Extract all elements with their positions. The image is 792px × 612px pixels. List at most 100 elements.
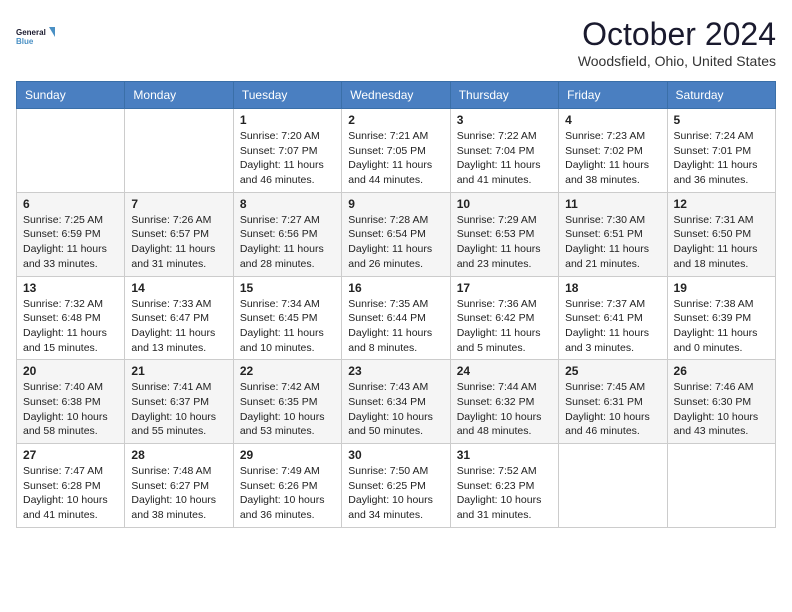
day-number: 23 — [348, 364, 443, 378]
weekday-header-thursday: Thursday — [450, 82, 558, 109]
calendar-cell: 8 Sunrise: 7:27 AM Sunset: 6:56 PM Daylig… — [233, 192, 341, 276]
calendar-cell — [559, 444, 667, 528]
day-info: Sunrise: 7:41 AM Sunset: 6:37 PM Dayligh… — [131, 380, 226, 439]
calendar-cell: 12 Sunrise: 7:31 AM Sunset: 6:50 PM Dayli… — [667, 192, 775, 276]
day-number: 26 — [674, 364, 769, 378]
day-number: 28 — [131, 448, 226, 462]
day-info: Sunrise: 7:21 AM Sunset: 7:05 PM Dayligh… — [348, 129, 443, 188]
day-number: 6 — [23, 197, 118, 211]
day-info: Sunrise: 7:45 AM Sunset: 6:31 PM Dayligh… — [565, 380, 660, 439]
day-info: Sunrise: 7:32 AM Sunset: 6:48 PM Dayligh… — [23, 297, 118, 356]
calendar-cell: 3 Sunrise: 7:22 AM Sunset: 7:04 PM Daylig… — [450, 109, 558, 193]
day-number: 22 — [240, 364, 335, 378]
day-info: Sunrise: 7:22 AM Sunset: 7:04 PM Dayligh… — [457, 129, 552, 188]
day-info: Sunrise: 7:20 AM Sunset: 7:07 PM Dayligh… — [240, 129, 335, 188]
logo-svg: General Blue — [16, 16, 56, 56]
weekday-header-sunday: Sunday — [17, 82, 125, 109]
day-number: 19 — [674, 281, 769, 295]
day-info: Sunrise: 7:44 AM Sunset: 6:32 PM Dayligh… — [457, 380, 552, 439]
day-number: 7 — [131, 197, 226, 211]
calendar-cell — [125, 109, 233, 193]
calendar-cell: 6Sunrise: 7:25 AM Sunset: 6:59 PM Daylig… — [17, 192, 125, 276]
calendar-cell: 22Sunrise: 7:42 AM Sunset: 6:35 PM Dayli… — [233, 360, 341, 444]
day-number: 30 — [348, 448, 443, 462]
calendar-cell: 20 Sunrise: 7:40 AM Sunset: 6:38 PM Dayli… — [17, 360, 125, 444]
day-number: 16 — [348, 281, 443, 295]
day-info: Sunrise: 7:29 AM Sunset: 6:53 PM Dayligh… — [457, 213, 552, 272]
calendar-cell: 30 Sunrise: 7:50 AM Sunset: 6:25 PM Dayli… — [342, 444, 450, 528]
svg-text:General: General — [16, 28, 46, 37]
calendar-cell: 28 Sunrise: 7:48 AM Sunset: 6:27 PM Dayli… — [125, 444, 233, 528]
day-info: Sunrise: 7:49 AM Sunset: 6:26 PM Dayligh… — [240, 464, 335, 523]
day-info: Sunrise: 7:48 AM Sunset: 6:27 PM Dayligh… — [131, 464, 226, 523]
day-number: 21 — [131, 364, 226, 378]
week-row-3: 13 Sunrise: 7:32 AM Sunset: 6:48 PM Dayli… — [17, 276, 776, 360]
day-info: Sunrise: 7:38 AM Sunset: 6:39 PM Dayligh… — [674, 297, 769, 356]
day-info: Sunrise: 7:46 AM Sunset: 6:30 PM Dayligh… — [674, 380, 769, 439]
calendar-cell: 2Sunrise: 7:21 AM Sunset: 7:05 PM Daylig… — [342, 109, 450, 193]
svg-text:Blue: Blue — [16, 37, 34, 46]
calendar-cell — [17, 109, 125, 193]
calendar-cell: 25Sunrise: 7:45 AM Sunset: 6:31 PM Dayli… — [559, 360, 667, 444]
page-header: General Blue October 2024 Woodsfield, Oh… — [16, 16, 776, 69]
calendar-cell: 9 Sunrise: 7:28 AM Sunset: 6:54 PM Daylig… — [342, 192, 450, 276]
calendar-cell: 26 Sunrise: 7:46 AM Sunset: 6:30 PM Dayli… — [667, 360, 775, 444]
calendar-cell: 4 Sunrise: 7:23 AM Sunset: 7:02 PM Daylig… — [559, 109, 667, 193]
day-number: 5 — [674, 113, 769, 127]
day-number: 24 — [457, 364, 552, 378]
calendar-cell: 13 Sunrise: 7:32 AM Sunset: 6:48 PM Dayli… — [17, 276, 125, 360]
calendar-cell: 29 Sunrise: 7:49 AM Sunset: 6:26 PM Dayli… — [233, 444, 341, 528]
day-number: 31 — [457, 448, 552, 462]
day-info: Sunrise: 7:31 AM Sunset: 6:50 PM Dayligh… — [674, 213, 769, 272]
day-number: 27 — [23, 448, 118, 462]
location: Woodsfield, Ohio, United States — [578, 53, 776, 69]
calendar-cell: 18Sunrise: 7:37 AM Sunset: 6:41 PM Dayli… — [559, 276, 667, 360]
calendar-cell: 31Sunrise: 7:52 AM Sunset: 6:23 PM Dayli… — [450, 444, 558, 528]
weekday-header-tuesday: Tuesday — [233, 82, 341, 109]
day-info: Sunrise: 7:40 AM Sunset: 6:38 PM Dayligh… — [23, 380, 118, 439]
day-info: Sunrise: 7:27 AM Sunset: 6:56 PM Dayligh… — [240, 213, 335, 272]
week-row-1: 1 Sunrise: 7:20 AM Sunset: 7:07 PM Daylig… — [17, 109, 776, 193]
day-number: 13 — [23, 281, 118, 295]
weekday-header-friday: Friday — [559, 82, 667, 109]
day-number: 3 — [457, 113, 552, 127]
day-info: Sunrise: 7:23 AM Sunset: 7:02 PM Dayligh… — [565, 129, 660, 188]
day-number: 17 — [457, 281, 552, 295]
calendar-cell: 14Sunrise: 7:33 AM Sunset: 6:47 PM Dayli… — [125, 276, 233, 360]
calendar-cell: 19 Sunrise: 7:38 AM Sunset: 6:39 PM Dayli… — [667, 276, 775, 360]
day-number: 4 — [565, 113, 660, 127]
day-info: Sunrise: 7:47 AM Sunset: 6:28 PM Dayligh… — [23, 464, 118, 523]
week-row-4: 20 Sunrise: 7:40 AM Sunset: 6:38 PM Dayli… — [17, 360, 776, 444]
day-info: Sunrise: 7:35 AM Sunset: 6:44 PM Dayligh… — [348, 297, 443, 356]
day-number: 14 — [131, 281, 226, 295]
day-info: Sunrise: 7:36 AM Sunset: 6:42 PM Dayligh… — [457, 297, 552, 356]
weekday-header-wednesday: Wednesday — [342, 82, 450, 109]
calendar-cell: 10 Sunrise: 7:29 AM Sunset: 6:53 PM Dayli… — [450, 192, 558, 276]
day-info: Sunrise: 7:43 AM Sunset: 6:34 PM Dayligh… — [348, 380, 443, 439]
day-number: 12 — [674, 197, 769, 211]
day-number: 8 — [240, 197, 335, 211]
weekday-header-row: SundayMondayTuesdayWednesdayThursdayFrid… — [17, 82, 776, 109]
day-info: Sunrise: 7:50 AM Sunset: 6:25 PM Dayligh… — [348, 464, 443, 523]
title-block: October 2024 Woodsfield, Ohio, United St… — [578, 16, 776, 69]
day-number: 1 — [240, 113, 335, 127]
calendar-cell: 17 Sunrise: 7:36 AM Sunset: 6:42 PM Dayli… — [450, 276, 558, 360]
weekday-header-saturday: Saturday — [667, 82, 775, 109]
day-number: 9 — [348, 197, 443, 211]
day-info: Sunrise: 7:24 AM Sunset: 7:01 PM Dayligh… — [674, 129, 769, 188]
calendar-cell: 7 Sunrise: 7:26 AM Sunset: 6:57 PM Daylig… — [125, 192, 233, 276]
calendar-cell: 21 Sunrise: 7:41 AM Sunset: 6:37 PM Dayli… — [125, 360, 233, 444]
week-row-5: 27 Sunrise: 7:47 AM Sunset: 6:28 PM Dayli… — [17, 444, 776, 528]
day-info: Sunrise: 7:26 AM Sunset: 6:57 PM Dayligh… — [131, 213, 226, 272]
calendar-cell — [667, 444, 775, 528]
day-info: Sunrise: 7:30 AM Sunset: 6:51 PM Dayligh… — [565, 213, 660, 272]
day-info: Sunrise: 7:28 AM Sunset: 6:54 PM Dayligh… — [348, 213, 443, 272]
day-number: 20 — [23, 364, 118, 378]
day-number: 15 — [240, 281, 335, 295]
day-number: 29 — [240, 448, 335, 462]
calendar-cell: 11Sunrise: 7:30 AM Sunset: 6:51 PM Dayli… — [559, 192, 667, 276]
day-number: 10 — [457, 197, 552, 211]
weekday-header-monday: Monday — [125, 82, 233, 109]
day-number: 18 — [565, 281, 660, 295]
logo: General Blue — [16, 16, 56, 56]
